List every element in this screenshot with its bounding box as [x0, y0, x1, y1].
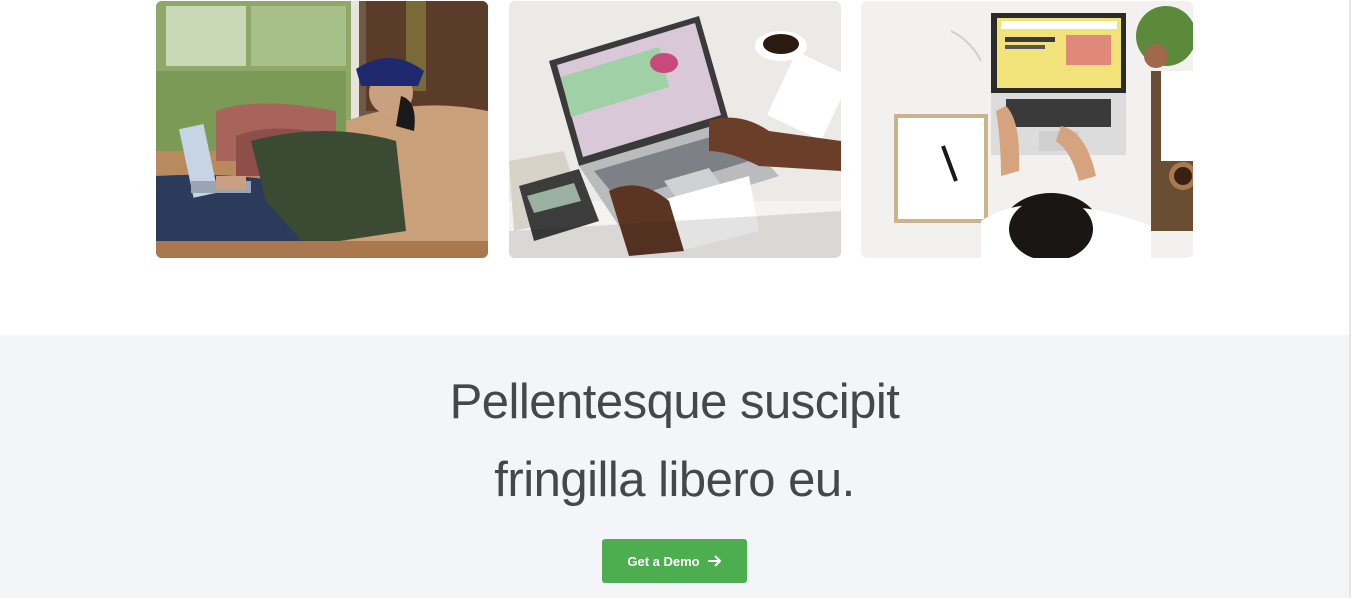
cta-headline: Pellentesque suscipit fringilla libero e… — [0, 363, 1349, 519]
arrow-right-icon — [707, 555, 721, 567]
image-gallery — [0, 0, 1351, 335]
cta-headline-line1: Pellentesque suscipit — [449, 375, 900, 429]
get-a-demo-button[interactable]: Get a Demo — [602, 539, 747, 583]
cta-section: Pellentesque suscipit fringilla libero e… — [0, 335, 1349, 598]
cta-headline-line2: fringilla libero eu. — [494, 453, 855, 507]
photo-woman-on-couch — [156, 1, 488, 258]
photo-laptop-spreadsheet — [509, 1, 841, 258]
photo-woman-at-laptop-overhead — [861, 1, 1193, 258]
get-a-demo-label: Get a Demo — [627, 553, 700, 569]
